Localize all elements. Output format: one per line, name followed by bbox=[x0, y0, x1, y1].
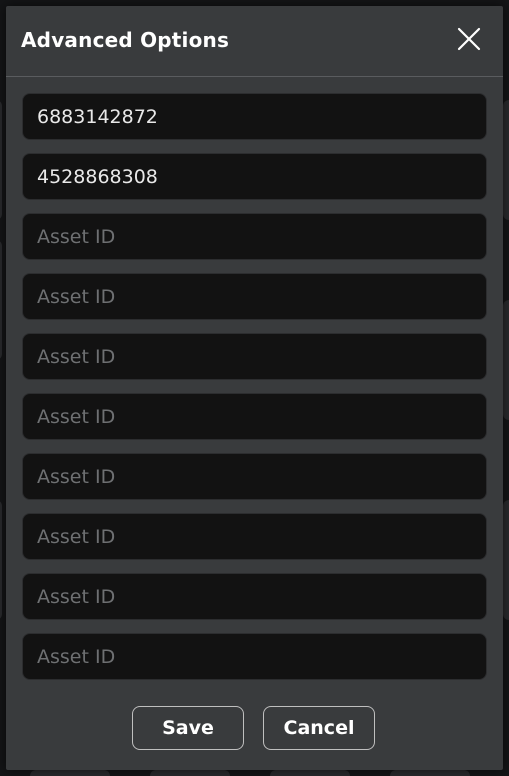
asset-id-input-9[interactable] bbox=[22, 573, 487, 620]
background-tile bbox=[390, 770, 470, 776]
asset-id-input-6[interactable] bbox=[22, 393, 487, 440]
close-button[interactable] bbox=[454, 24, 484, 54]
dialog-header: Advanced Options bbox=[6, 6, 503, 77]
background-tile bbox=[503, 100, 509, 220]
asset-id-input-7[interactable] bbox=[22, 453, 487, 500]
dialog-footer: Save Cancel bbox=[6, 706, 503, 752]
background-tile bbox=[150, 770, 230, 776]
background-tile bbox=[503, 500, 509, 620]
dialog-title: Advanced Options bbox=[21, 28, 230, 52]
background-tile bbox=[30, 770, 110, 776]
background-tile bbox=[0, 100, 2, 220]
close-icon bbox=[457, 27, 481, 51]
asset-id-input-4[interactable] bbox=[22, 273, 487, 320]
asset-id-input-5[interactable] bbox=[22, 333, 487, 380]
asset-id-input-2[interactable] bbox=[22, 153, 487, 200]
asset-id-input-8[interactable] bbox=[22, 513, 487, 560]
asset-id-input-3[interactable] bbox=[22, 213, 487, 260]
asset-id-input-10[interactable] bbox=[22, 633, 487, 680]
asset-id-fields bbox=[22, 93, 487, 693]
background-tile bbox=[503, 300, 509, 420]
cancel-button[interactable]: Cancel bbox=[263, 706, 375, 750]
asset-id-input-1[interactable] bbox=[22, 93, 487, 140]
background-tile bbox=[270, 770, 350, 776]
background-tile bbox=[0, 240, 2, 360]
save-button[interactable]: Save bbox=[132, 706, 244, 750]
background-tile bbox=[0, 500, 2, 620]
advanced-options-dialog: Advanced Options Save Cancel bbox=[6, 6, 503, 770]
